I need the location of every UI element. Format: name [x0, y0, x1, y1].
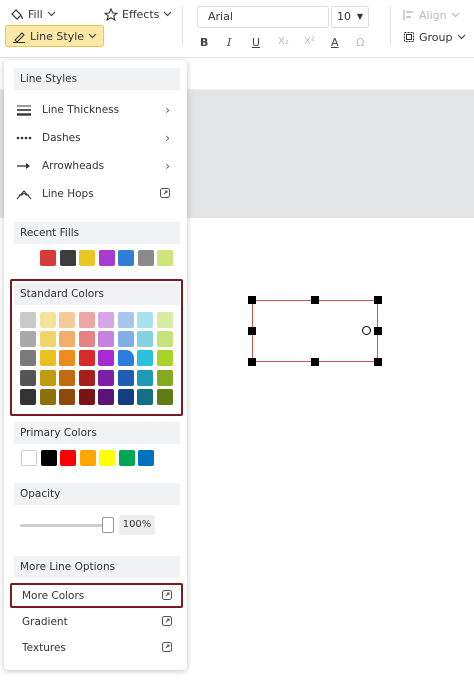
menu-item-arrowheads[interactable]: Arrowheads › — [16, 155, 178, 177]
color-swatch[interactable] — [79, 450, 96, 466]
font-size-select[interactable]: 10 ▼ — [331, 6, 369, 28]
resize-handle[interactable] — [374, 327, 382, 335]
menu-item-line-thickness[interactable]: Line Thickness › — [16, 99, 178, 121]
menu-item-line-hops[interactable]: Line Hops — [16, 183, 178, 205]
text-color-icon[interactable]: A — [331, 36, 339, 49]
chevron-down-icon — [457, 34, 465, 40]
color-swatch[interactable] — [98, 250, 115, 266]
chevron-right-icon: › — [165, 159, 170, 173]
group-icon — [404, 32, 414, 42]
opacity-value[interactable]: 100% — [119, 515, 155, 535]
color-swatch[interactable] — [59, 250, 76, 266]
menu-item-label: Arrowheads — [42, 160, 105, 172]
external-panel-icon — [160, 188, 170, 198]
resize-handle[interactable] — [311, 296, 319, 304]
chevron-down-icon — [163, 11, 172, 17]
menu-item-dashes[interactable]: Dashes › — [16, 127, 178, 149]
color-swatch[interactable] — [157, 250, 173, 266]
app-window: Fill Effects Line Style Arial 10 ▼ B I U… — [0, 0, 474, 697]
font-size-value: 10 — [337, 10, 351, 23]
chevron-down-icon — [451, 12, 460, 18]
fill-label: Fill — [28, 7, 43, 21]
line-style-button[interactable]: Line Style — [5, 25, 105, 47]
section-header-line-styles: Line Styles — [14, 68, 180, 90]
effects-button[interactable]: Effects — [104, 4, 172, 24]
resize-handle[interactable] — [311, 358, 319, 366]
connection-point-handle[interactable] — [362, 326, 371, 335]
color-swatch[interactable] — [40, 450, 57, 466]
group-label: Group — [419, 30, 453, 44]
external-panel-icon — [162, 616, 172, 626]
caret-down-icon: ▼ — [356, 12, 363, 21]
color-swatch[interactable] — [138, 450, 154, 466]
section-header-primary-colors: Primary Colors — [14, 422, 180, 444]
menu-item-label: Line Hops — [42, 188, 94, 200]
color-swatch[interactable] — [21, 450, 37, 466]
superscript-icon[interactable]: X² — [304, 36, 315, 47]
arrowhead-icon — [17, 163, 30, 169]
option-label: Gradient — [22, 616, 68, 628]
line-thickness-icon — [17, 105, 31, 116]
star-icon — [104, 7, 118, 21]
resize-handle[interactable] — [374, 296, 382, 304]
external-panel-icon — [162, 642, 172, 652]
line-style-label: Line Style — [30, 29, 85, 43]
selected-shape[interactable] — [252, 300, 378, 362]
menu-item-label: Line Thickness — [42, 104, 120, 116]
option-textures[interactable]: Textures — [22, 638, 174, 658]
chevron-right-icon: › — [165, 131, 170, 145]
option-label: Textures — [22, 642, 66, 654]
align-label: Align — [419, 8, 447, 22]
align-button[interactable]: Align — [403, 5, 460, 25]
section-header-more-line-options: More Line Options — [14, 556, 180, 578]
font-family-select[interactable]: Arial — [197, 6, 329, 28]
resize-handle[interactable] — [248, 296, 256, 304]
standard-colors-highlight — [10, 279, 183, 416]
color-swatch[interactable] — [60, 450, 76, 466]
color-swatch[interactable] — [118, 450, 135, 466]
italic-button[interactable]: I — [227, 36, 231, 49]
dashes-icon — [16, 136, 32, 140]
toolbar: Fill Effects Line Style Arial 10 ▼ B I U… — [0, 0, 474, 58]
resize-handle[interactable] — [374, 358, 382, 366]
menu-item-label: Dashes — [42, 132, 81, 144]
subscript-icon[interactable]: X₂ — [278, 36, 289, 47]
group-button[interactable]: Group — [403, 27, 466, 47]
line-hops-icon — [16, 190, 32, 200]
resize-handle[interactable] — [248, 327, 256, 335]
color-swatch[interactable] — [99, 450, 115, 466]
opacity-slider-thumb[interactable] — [102, 517, 114, 533]
paint-bucket-icon — [11, 8, 23, 20]
color-swatch[interactable] — [79, 250, 95, 266]
omega-icon[interactable]: Ω — [356, 36, 364, 49]
underline-button[interactable]: U — [252, 36, 260, 49]
bold-button[interactable]: B — [200, 36, 208, 49]
chevron-right-icon: › — [165, 103, 170, 117]
color-swatch[interactable] — [118, 250, 134, 266]
fill-button[interactable]: Fill — [10, 4, 56, 24]
more-colors-highlight — [10, 583, 183, 608]
toolbar-separator — [390, 6, 391, 46]
line-style-dropdown: Line Styles Line Thickness › Dashes › Ar… — [4, 60, 187, 670]
pen-icon — [13, 31, 25, 43]
chevron-down-icon — [47, 11, 56, 17]
effects-label: Effects — [122, 7, 160, 21]
color-swatch[interactable] — [137, 250, 154, 266]
toolbar-separator — [182, 6, 183, 46]
section-header-opacity: Opacity — [14, 483, 180, 505]
resize-handle[interactable] — [248, 358, 256, 366]
chevron-down-icon — [88, 33, 97, 39]
align-icon — [403, 10, 413, 20]
opacity-slider-track[interactable] — [20, 524, 112, 527]
color-swatch[interactable] — [40, 250, 56, 266]
option-gradient[interactable]: Gradient — [22, 612, 174, 632]
section-header-recent-fills: Recent Fills — [14, 222, 180, 244]
